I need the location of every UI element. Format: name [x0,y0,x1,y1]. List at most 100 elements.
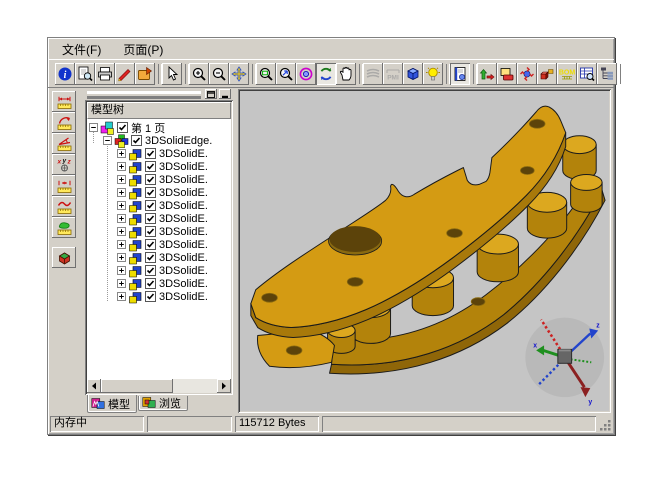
dim-distance-button[interactable] [52,175,76,196]
tab-browse-tab[interactable]: 浏览 [138,396,188,411]
tree-row[interactable]: 3DSolidE. [87,147,231,160]
visibility-checkbox[interactable] [131,135,142,146]
zoom-window-icon [258,66,274,82]
orientation-trackball[interactable]: x z y [525,318,604,406]
cube-view-button[interactable] [403,63,423,85]
tree-row[interactable]: 3DSolidE. [87,290,231,303]
tree-horizontal-scrollbar[interactable] [87,379,231,393]
tree-row[interactable]: 3DSolidE. [87,173,231,186]
curve-measure-button[interactable] [52,196,76,217]
tree-row[interactable]: 3DSolidE. [87,277,231,290]
snapshot-button[interactable] [497,63,517,85]
plus-expander[interactable] [117,292,126,301]
select-cursor-button[interactable] [162,63,182,85]
edit-pen-button[interactable] [115,63,135,85]
dim-linear-button[interactable] [52,91,76,112]
volume-box-button[interactable] [52,247,76,268]
visibility-checkbox[interactable] [117,122,128,133]
tree-row[interactable]: 3DSolidE. [87,251,231,264]
pane-float-button[interactable] [205,89,217,99]
plus-expander[interactable] [117,201,126,210]
plus-expander[interactable] [117,240,126,249]
tree-row[interactable]: 3DSolidEdge. [87,134,231,147]
lightbulb-icon [425,66,441,82]
orbit-button[interactable] [296,63,316,85]
tree-row[interactable]: 3DSolidE. [87,212,231,225]
dim-angle-button[interactable] [52,133,76,154]
transform-arrows-button[interactable] [477,63,497,85]
plus-expander[interactable] [117,175,126,184]
visibility-checkbox[interactable] [145,200,156,211]
rotate-center-icon [519,66,535,82]
rotate-center-button[interactable] [517,63,537,85]
explode-blocks-button[interactable] [537,63,557,85]
plus-expander[interactable] [117,214,126,223]
tree-row[interactable]: 3DSolidE. [87,160,231,173]
hand-pan-button[interactable] [336,63,356,85]
pane-gripper[interactable] [85,89,233,99]
viewport-3d[interactable]: x z y [238,89,611,413]
zoom-out-button[interactable] [209,63,229,85]
coord-xyz-button[interactable]: xyz [52,154,76,175]
tree-view-button[interactable] [597,63,617,85]
pane-hide-button[interactable] [219,89,231,99]
minus-expander[interactable] [103,136,112,145]
zoom-in-button[interactable] [189,63,209,85]
export-package-button[interactable] [135,63,155,85]
visibility-checkbox[interactable] [145,187,156,198]
pmi-button[interactable]: PMI [383,63,403,85]
dim-radius-button[interactable] [52,112,76,133]
zoom-window-button[interactable] [256,63,276,85]
print-button[interactable] [95,63,115,85]
plus-expander[interactable] [117,253,126,262]
roller-right-upper [563,136,596,180]
rotate-button[interactable] [316,63,336,85]
visibility-checkbox[interactable] [145,239,156,250]
plus-expander[interactable] [117,188,126,197]
tree-item-label: 3DSolidE. [159,252,208,264]
tree-row[interactable]: 3DSolidE. [87,186,231,199]
visibility-checkbox[interactable] [145,148,156,159]
menu-item-0[interactable]: 文件(F) [62,41,101,58]
plus-expander[interactable] [117,149,126,158]
visibility-checkbox[interactable] [145,226,156,237]
scroll-thumb[interactable] [101,379,173,393]
resize-grip[interactable] [599,416,612,432]
table-search-button[interactable] [577,63,597,85]
info-button[interactable]: i [55,63,75,85]
menu-item-1[interactable]: 页面(P) [123,41,163,58]
print-preview-button[interactable] [75,63,95,85]
tab-model-tab[interactable]: 模型 [87,395,137,413]
tree-row[interactable]: 3DSolidE. [87,238,231,251]
visibility-checkbox[interactable] [145,291,156,302]
layers-button[interactable] [363,63,383,85]
zoom-dynamic-button[interactable] [276,63,296,85]
visibility-checkbox[interactable] [145,161,156,172]
scroll-right-button[interactable] [217,379,231,393]
tree-row[interactable]: 第 1 页 [87,121,231,134]
notebook-button[interactable] [450,63,470,85]
visibility-checkbox[interactable] [145,252,156,263]
visibility-checkbox[interactable] [145,265,156,276]
visibility-checkbox[interactable] [145,174,156,185]
plus-expander[interactable] [117,227,126,236]
scroll-track[interactable] [101,379,217,393]
pan-move-icon [231,66,247,82]
plus-expander[interactable] [117,266,126,275]
visibility-checkbox[interactable] [145,278,156,289]
lightbulb-button[interactable] [423,63,443,85]
bom-button[interactable]: BOM [557,63,577,85]
scroll-left-button[interactable] [87,379,101,393]
explode-blocks-icon [539,66,555,82]
info-icon: i [57,66,73,82]
area-measure-button[interactable] [52,217,76,238]
tree-row[interactable]: 3DSolidE. [87,199,231,212]
plus-expander[interactable] [117,279,126,288]
layers-icon [365,66,381,82]
visibility-checkbox[interactable] [145,213,156,224]
pan-move-button[interactable] [229,63,249,85]
tree-row[interactable]: 3DSolidE. [87,225,231,238]
minus-expander[interactable] [89,123,98,132]
tree-row[interactable]: 3DSolidE. [87,264,231,277]
plus-expander[interactable] [117,162,126,171]
